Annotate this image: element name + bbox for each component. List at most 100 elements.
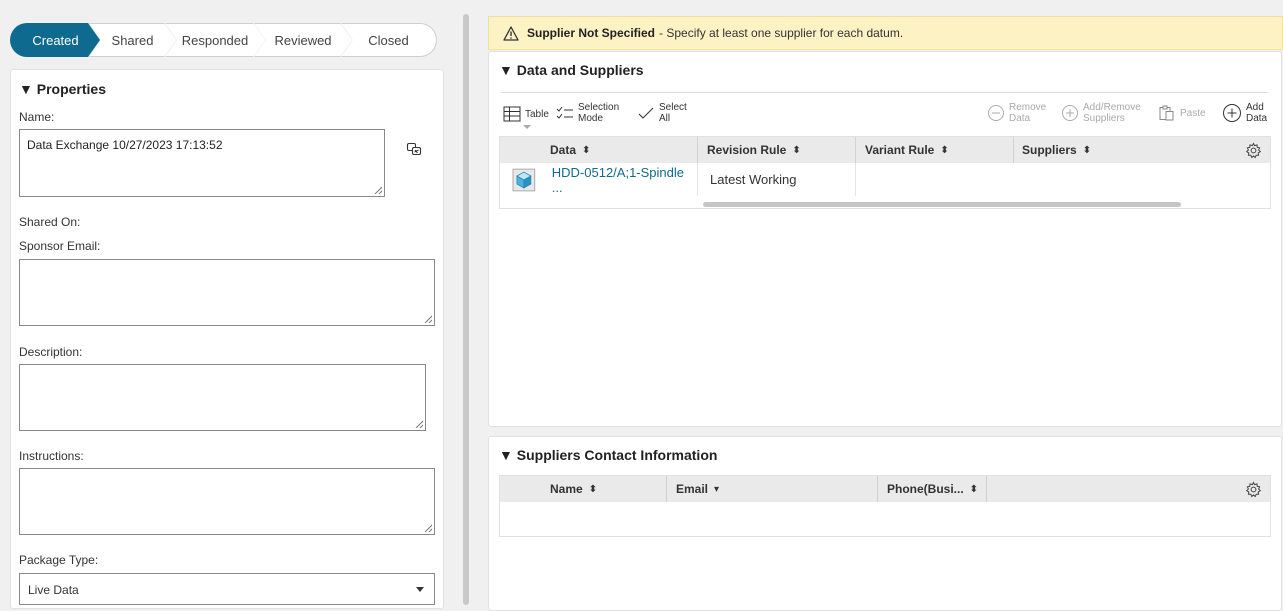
data-suppliers-panel: ▼ Data and Suppliers Table Selection Mod… xyxy=(488,51,1282,427)
column-title: Data xyxy=(550,143,577,157)
collapse-triangle-icon: ▼ xyxy=(499,447,513,463)
selection-mode-text: Selection Mode xyxy=(578,102,619,124)
plus-circle-icon xyxy=(1223,104,1241,122)
add-data-button[interactable]: Add Data xyxy=(1222,102,1267,124)
column-title: Phone(Busi... xyxy=(887,482,964,496)
3d-part-icon xyxy=(512,168,536,191)
checklist-icon xyxy=(556,106,573,119)
properties-header[interactable]: ▼ Properties xyxy=(19,81,106,97)
sort-icon[interactable]: ⬍ xyxy=(589,484,597,495)
add-remove-suppliers-text: Add/Remove Suppliers xyxy=(1083,102,1141,124)
horizontal-scrollbar[interactable] xyxy=(703,202,1181,207)
panel-splitter[interactable] xyxy=(463,14,469,605)
supplier-contacts-header[interactable]: ▼ Suppliers Contact Information xyxy=(499,447,717,463)
sponsor-email-label: Sponsor Email: xyxy=(19,239,101,253)
data-item-link[interactable]: HDD-0512/A;1-Spindle ... xyxy=(552,165,697,195)
contacts-grid-header: Name ⬍ Email ▾ Phone(Busi... ⬍ xyxy=(500,476,1270,502)
column-header-phone[interactable]: Phone(Busi... ⬍ xyxy=(878,476,987,502)
column-header-variant-rule[interactable]: Variant Rule ⬍ xyxy=(856,137,1014,163)
step-label: Created xyxy=(32,32,79,48)
contacts-grid: Name ⬍ Email ▾ Phone(Busi... ⬍ xyxy=(499,475,1271,537)
translate-icon[interactable] xyxy=(406,141,422,157)
cell-data: HDD-0512/A;1-Spindle ... xyxy=(500,163,698,196)
package-type-value: Live Data xyxy=(28,583,79,597)
data-suppliers-header[interactable]: ▼ Data and Suppliers xyxy=(499,62,644,78)
paste-button[interactable]: Paste xyxy=(1158,105,1206,121)
instructions-field[interactable] xyxy=(19,468,435,535)
step-closed[interactable]: Closed xyxy=(341,23,437,57)
select-all-button[interactable]: Select All xyxy=(637,102,687,124)
instructions-label: Instructions: xyxy=(19,449,84,463)
cell-suppliers xyxy=(1014,163,1270,196)
add-data-line2: Data xyxy=(1246,113,1268,124)
warning-icon xyxy=(503,25,519,41)
column-title: Variant Rule xyxy=(865,143,935,157)
data-grid: Data ⬍ Revision Rule ⬍ Variant Rule ⬍ Su… xyxy=(499,136,1271,209)
description-label: Description: xyxy=(19,345,83,359)
column-header-revision-rule[interactable]: Revision Rule ⬍ xyxy=(698,137,856,163)
sponsor-email-field[interactable] xyxy=(19,259,435,326)
package-type-select[interactable]: Live Data xyxy=(19,573,435,605)
column-header-name[interactable]: Name ⬍ xyxy=(500,476,667,502)
properties-title: Properties xyxy=(36,81,106,97)
sort-icon[interactable]: ⬍ xyxy=(792,145,800,156)
data-suppliers-title: Data and Suppliers xyxy=(516,62,644,78)
shared-on-label: Shared On: xyxy=(19,215,81,229)
gear-icon[interactable] xyxy=(1245,142,1262,159)
warning-title: Supplier Not Specified xyxy=(527,26,656,40)
remove-data-line1: Remove xyxy=(1009,102,1047,113)
minus-circle-icon xyxy=(988,105,1004,121)
column-header-data[interactable]: Data ⬍ xyxy=(500,137,698,163)
cell-revision-rule: Latest Working xyxy=(698,163,856,196)
remove-data-button[interactable]: Remove Data xyxy=(987,102,1046,124)
resize-grip-icon[interactable] xyxy=(424,315,432,323)
sort-icon[interactable]: ⬍ xyxy=(970,484,978,495)
select-all-line2: All xyxy=(659,113,671,124)
column-title: Suppliers xyxy=(1022,143,1077,157)
resize-grip-icon[interactable] xyxy=(374,186,382,194)
collapse-triangle-icon: ▼ xyxy=(499,62,513,78)
plus-circle-icon xyxy=(1062,105,1078,121)
step-label: Shared xyxy=(111,32,154,48)
select-all-text: Select All xyxy=(659,102,687,124)
table-icon xyxy=(503,106,521,122)
chevron-down-icon[interactable] xyxy=(523,125,531,130)
properties-panel: ▼ Properties Name: Data Exchange 10/27/2… xyxy=(10,69,444,609)
remove-data-text: Remove Data xyxy=(1009,102,1046,124)
name-field[interactable]: Data Exchange 10/27/2023 17:13:52 xyxy=(19,129,385,197)
table-label: Table xyxy=(525,108,549,120)
resize-grip-icon[interactable] xyxy=(415,420,423,428)
resize-grip-icon[interactable] xyxy=(424,524,432,532)
paste-icon xyxy=(1159,105,1174,121)
selection-mode-button[interactable]: Selection Mode xyxy=(556,102,619,124)
add-remove-suppliers-button[interactable]: Add/Remove Suppliers xyxy=(1061,102,1141,124)
sort-icon[interactable]: ⬍ xyxy=(1083,145,1091,156)
warning-banner: Supplier Not Specified - Specify at leas… xyxy=(488,16,1283,50)
description-field[interactable] xyxy=(19,364,426,431)
data-toolbar: Table Selection Mode Select All Remove D… xyxy=(501,92,1269,129)
sort-down-icon[interactable]: ▾ xyxy=(714,484,719,495)
column-title: Revision Rule xyxy=(707,143,787,157)
add-remove-suppliers-line2: Suppliers xyxy=(1083,113,1125,124)
column-header-spacer xyxy=(987,476,1270,502)
step-shared[interactable]: Shared xyxy=(89,23,176,57)
step-reviewed[interactable]: Reviewed xyxy=(254,23,352,57)
sort-icon[interactable]: ⬍ xyxy=(582,145,590,156)
gear-icon[interactable] xyxy=(1245,481,1262,498)
table-view-button[interactable]: Table xyxy=(503,106,549,122)
column-header-email[interactable]: Email ▾ xyxy=(667,476,878,502)
revision-rule-value: Latest Working xyxy=(710,172,797,187)
workflow-stepper: Created Shared Responded Reviewed Closed xyxy=(10,23,437,57)
step-responded[interactable]: Responded xyxy=(165,23,265,57)
remove-data-line2: Data xyxy=(1009,113,1031,124)
add-data-line1: Add xyxy=(1246,102,1264,113)
checkmark-icon xyxy=(638,107,654,119)
table-row[interactable]: HDD-0512/A;1-Spindle ... Latest Working xyxy=(500,163,1270,196)
name-value: Data Exchange 10/27/2023 17:13:52 xyxy=(27,138,223,152)
warning-message: - Specify at least one supplier for each… xyxy=(659,26,904,40)
sort-icon[interactable]: ⬍ xyxy=(940,145,948,156)
add-remove-suppliers-line1: Add/Remove xyxy=(1083,102,1141,113)
paste-label: Paste xyxy=(1180,107,1206,119)
step-created[interactable]: Created xyxy=(10,23,100,57)
column-header-suppliers[interactable]: Suppliers ⬍ xyxy=(1014,137,1270,163)
